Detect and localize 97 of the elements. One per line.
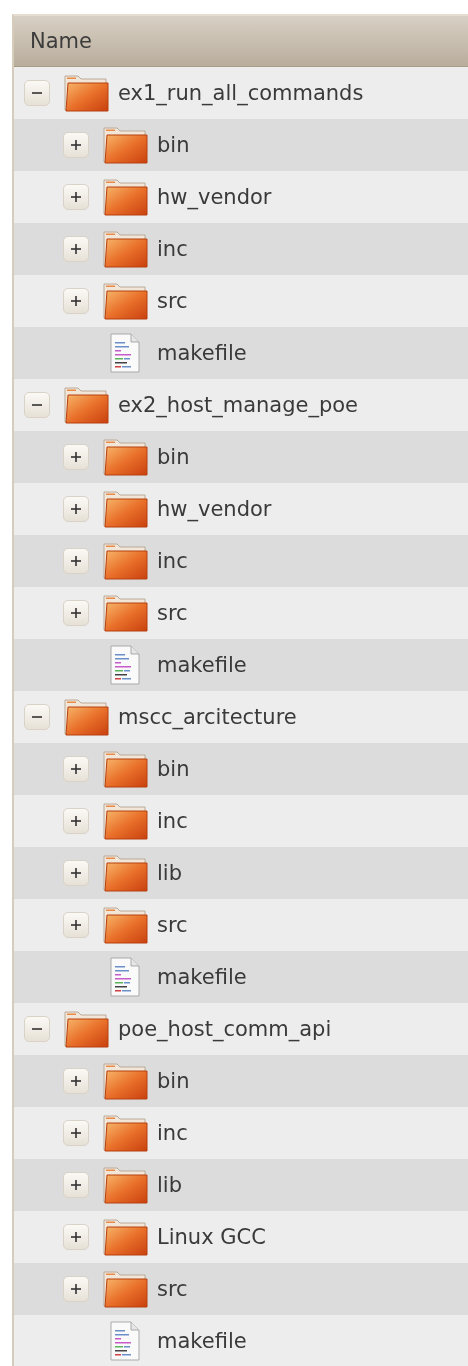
tree-row[interactable]: bin <box>14 743 468 795</box>
folder-icon <box>101 177 149 217</box>
tree-row[interactable]: makefile <box>14 951 468 1003</box>
plus-icon <box>70 555 82 567</box>
expand-toggle[interactable] <box>63 548 89 574</box>
folder-icon <box>62 73 110 113</box>
folder-icon <box>101 905 149 945</box>
folder-icon <box>101 437 149 477</box>
folder-icon <box>101 1217 149 1257</box>
folder-icon <box>101 801 149 841</box>
plus-icon <box>70 919 82 931</box>
expand-toggle[interactable] <box>63 1224 89 1250</box>
tree-row[interactable]: bin <box>14 431 468 483</box>
collapse-toggle[interactable] <box>24 704 50 730</box>
folder-icon <box>101 489 149 529</box>
folder-icon <box>101 1165 149 1205</box>
plus-icon <box>70 295 82 307</box>
plus-icon <box>70 191 82 203</box>
collapse-toggle[interactable] <box>24 80 50 106</box>
folder-name: src <box>157 601 188 625</box>
folder-name: lib <box>157 1173 182 1197</box>
folder-icon <box>101 541 149 581</box>
expand-toggle[interactable] <box>63 444 89 470</box>
folder-name: Linux GCC <box>157 1225 266 1249</box>
expand-toggle[interactable] <box>63 184 89 210</box>
folder-name: hw_vendor <box>157 185 272 209</box>
expand-toggle[interactable] <box>63 756 89 782</box>
folder-icon <box>62 1009 110 1049</box>
plus-icon <box>70 1127 82 1139</box>
tree-row[interactable]: makefile <box>14 327 468 379</box>
plus-icon <box>70 1075 82 1087</box>
tree-row[interactable]: inc <box>14 223 468 275</box>
plus-icon <box>70 607 82 619</box>
plus-icon <box>70 1283 82 1295</box>
collapse-toggle[interactable] <box>24 1016 50 1042</box>
folder-name: lib <box>157 861 182 885</box>
plus-icon <box>70 503 82 515</box>
folder-name: bin <box>157 445 190 469</box>
folder-name: inc <box>157 809 188 833</box>
tree-row[interactable]: bin <box>14 1055 468 1107</box>
file-name: makefile <box>157 965 247 989</box>
folder-icon <box>101 593 149 633</box>
folder-name: inc <box>157 237 188 261</box>
expand-toggle[interactable] <box>63 860 89 886</box>
plus-icon <box>70 451 82 463</box>
column-header[interactable]: Name <box>14 16 468 67</box>
folder-name: mscc_arcitecture <box>118 705 297 729</box>
plus-icon <box>70 1231 82 1243</box>
folder-icon <box>62 697 110 737</box>
expand-toggle[interactable] <box>63 600 89 626</box>
tree-row[interactable]: inc <box>14 535 468 587</box>
plus-icon <box>70 867 82 879</box>
folder-name: bin <box>157 133 190 157</box>
folder-name: inc <box>157 549 188 573</box>
tree-row[interactable]: makefile <box>14 639 468 691</box>
folder-icon <box>101 281 149 321</box>
expand-toggle[interactable] <box>63 1068 89 1094</box>
collapse-toggle[interactable] <box>24 392 50 418</box>
folder-icon <box>101 1061 149 1101</box>
expand-toggle[interactable] <box>63 496 89 522</box>
folder-name: bin <box>157 757 190 781</box>
expand-toggle[interactable] <box>63 1120 89 1146</box>
tree-row[interactable]: lib <box>14 1159 468 1211</box>
file-name: makefile <box>157 1329 247 1353</box>
folder-name: src <box>157 1277 188 1301</box>
folder-icon <box>62 385 110 425</box>
folder-icon <box>101 853 149 893</box>
plus-icon <box>70 243 82 255</box>
folder-icon <box>101 229 149 269</box>
tree-row[interactable]: lib <box>14 847 468 899</box>
folder-icon <box>101 749 149 789</box>
tree-row[interactable]: src <box>14 1263 468 1315</box>
expand-toggle[interactable] <box>63 912 89 938</box>
folder-icon <box>101 1113 149 1153</box>
expand-toggle[interactable] <box>63 236 89 262</box>
folder-name: src <box>157 913 188 937</box>
folder-icon <box>101 1269 149 1309</box>
plus-icon <box>70 815 82 827</box>
folder-icon <box>101 125 149 165</box>
tree-row[interactable]: bin <box>14 119 468 171</box>
expand-toggle[interactable] <box>63 288 89 314</box>
expand-toggle[interactable] <box>63 808 89 834</box>
folder-name: bin <box>157 1069 190 1093</box>
expand-toggle[interactable] <box>63 1276 89 1302</box>
expand-toggle[interactable] <box>63 132 89 158</box>
folder-name: hw_vendor <box>157 497 272 521</box>
plus-icon <box>70 763 82 775</box>
file-name: makefile <box>157 653 247 677</box>
plus-icon <box>70 1179 82 1191</box>
folder-name: ex2_host_manage_poe <box>118 393 359 417</box>
folder-name: inc <box>157 1121 188 1145</box>
file-name: makefile <box>157 341 247 365</box>
folder-name: src <box>157 289 188 313</box>
folder-name: ex1_run_all_commands <box>118 81 364 105</box>
expand-toggle[interactable] <box>63 1172 89 1198</box>
folder-name: poe_host_comm_api <box>118 1017 332 1041</box>
plus-icon <box>70 139 82 151</box>
